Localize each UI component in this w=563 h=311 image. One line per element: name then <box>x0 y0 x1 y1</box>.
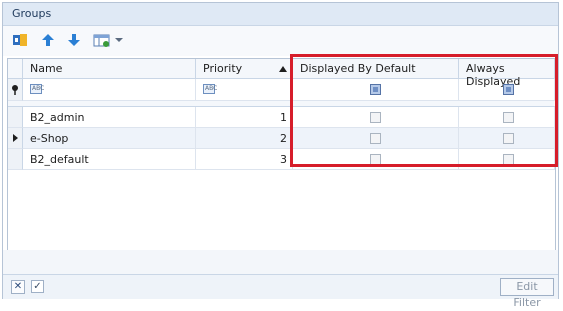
toolbar <box>3 26 558 56</box>
filter-name[interactable]: ABC <box>23 79 196 101</box>
panel-title-bar: Groups <box>3 3 558 26</box>
arrow-down-icon[interactable] <box>65 31 83 49</box>
highlight-box <box>290 54 558 167</box>
enable-filter-checkbox[interactable]: ✓ <box>31 280 44 293</box>
table-row-priority[interactable]: 1 <box>196 107 293 128</box>
table-row-priority[interactable]: 2 <box>196 128 293 149</box>
row-indicator[interactable] <box>8 107 23 128</box>
row-indicator[interactable] <box>8 149 23 170</box>
table-row-name[interactable]: B2_default <box>23 149 196 170</box>
grid-bottom-area <box>3 250 558 274</box>
header-indicator <box>8 59 23 79</box>
text-filter-icon: ABC <box>30 84 45 94</box>
column-header-name[interactable]: Name <box>23 59 196 79</box>
column-header-priority[interactable]: Priority <box>196 59 293 79</box>
arrow-up-icon[interactable] <box>39 31 57 49</box>
table-row-name[interactable]: e-Shop <box>23 128 196 149</box>
filter-row-indicator <box>8 79 23 101</box>
pin-icon <box>12 85 18 95</box>
group-properties-icon[interactable] <box>11 31 29 49</box>
text-filter-icon: ABC <box>203 84 218 94</box>
grid-view-icon[interactable] <box>92 31 112 49</box>
filter-priority[interactable]: ABC <box>196 79 293 101</box>
current-row-icon <box>13 134 18 142</box>
table-row-priority[interactable]: 3 <box>196 149 293 170</box>
table-row-name[interactable]: B2_admin <box>23 107 196 128</box>
clear-filter-button[interactable]: ✕ <box>11 280 25 294</box>
panel-title: Groups <box>12 7 52 20</box>
sort-ascending-icon <box>279 66 287 72</box>
dropdown-caret-icon[interactable] <box>113 31 125 49</box>
filter-footer: ✕ ✓ Edit Filter <box>3 274 558 309</box>
edit-filter-button[interactable]: Edit Filter <box>500 278 554 309</box>
row-indicator[interactable] <box>8 128 23 149</box>
